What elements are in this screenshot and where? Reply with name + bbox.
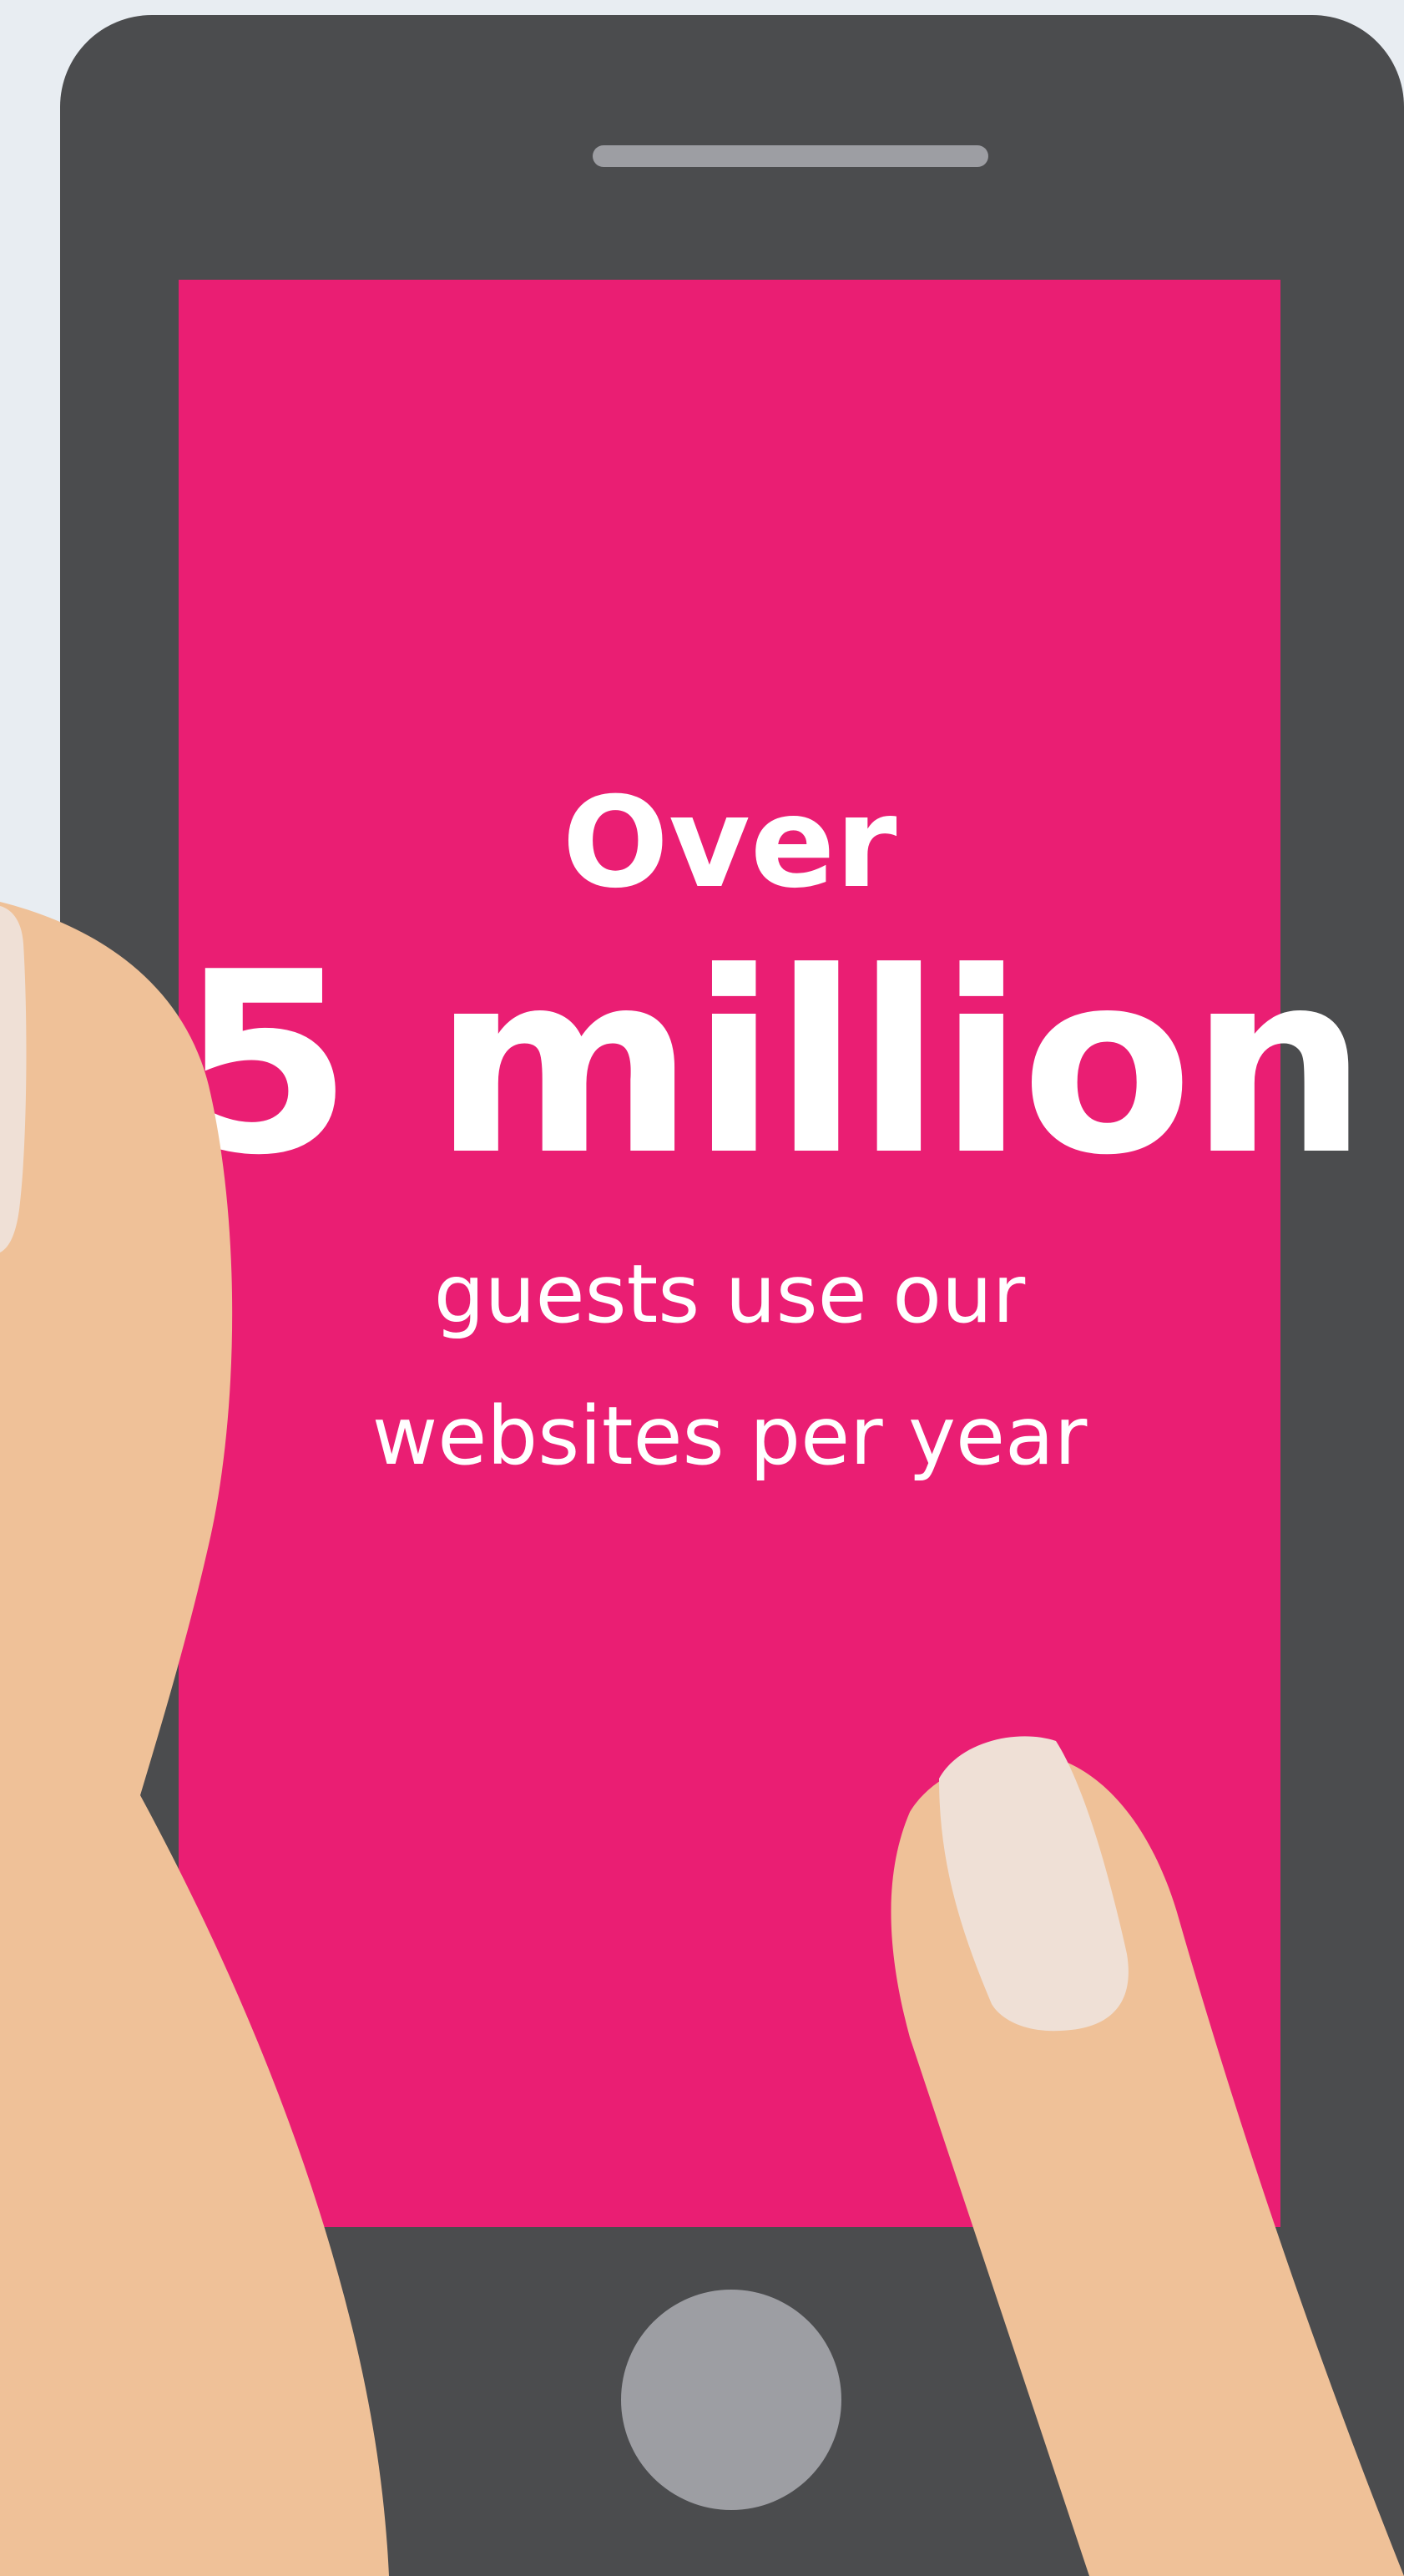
phone-illustration: Over 5 million guests use our websites p… <box>0 0 1404 2576</box>
stat-value: 5 million <box>179 919 1368 1210</box>
phone-speaker <box>593 145 988 167</box>
stat-caption: guests use our websites per year <box>371 1248 1088 1483</box>
stat-block: Over 5 million guests use our websites p… <box>179 280 1368 2227</box>
home-button-icon <box>621 2290 841 2510</box>
left-thumbnail-icon <box>0 906 27 1253</box>
stat-prefix: Over <box>562 771 897 916</box>
